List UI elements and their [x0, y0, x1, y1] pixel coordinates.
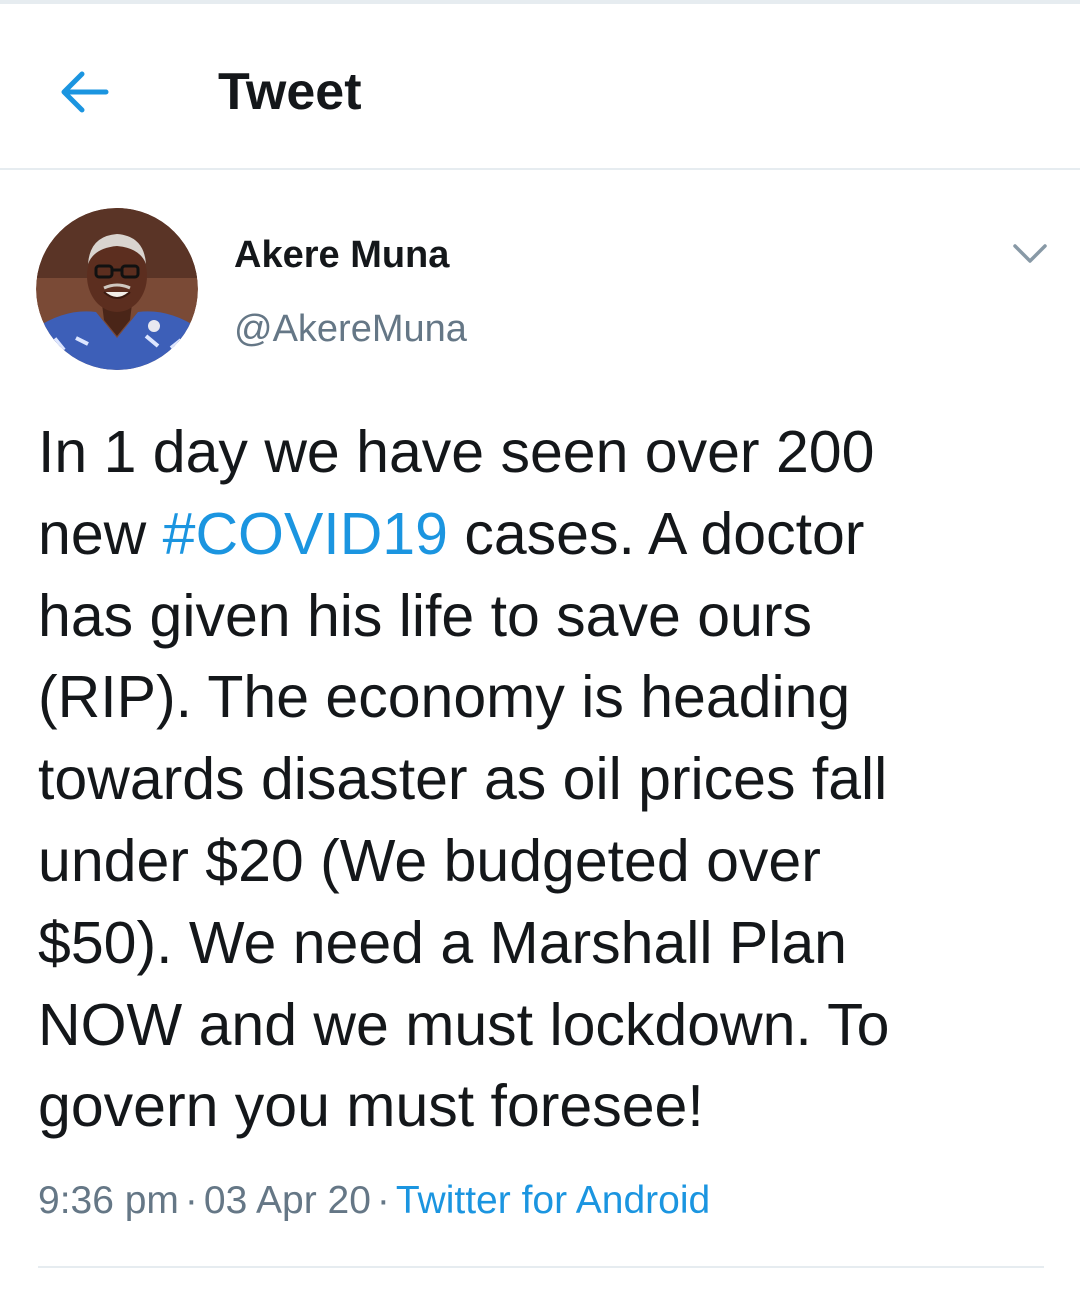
avatar[interactable]: [36, 208, 198, 370]
user-avatar-icon: [36, 208, 198, 370]
author-name[interactable]: Akere Muna: [234, 232, 449, 278]
tweet-text-line: $50). We need a Marshall Plan: [38, 903, 1048, 985]
chevron-down-icon: [1012, 243, 1048, 270]
tweet-text-segment: cases. A doctor: [447, 500, 865, 567]
tweet-text-segment: govern you must foresee!: [38, 1073, 704, 1140]
tweet-text-line: NOW and we must lockdown. To: [38, 985, 1048, 1067]
page-title: Tweet: [218, 63, 362, 121]
back-button[interactable]: [48, 58, 120, 130]
tweet-text-segment: (RIP). The economy is heading: [38, 664, 851, 731]
tweet-text-segment: new: [38, 500, 163, 567]
meta-separator: ·: [376, 1179, 390, 1222]
hashtag-link[interactable]: #COVID19: [163, 501, 448, 567]
tweet-text-segment: has given his life to save ours: [38, 582, 812, 649]
author-handle[interactable]: @AkereMuna: [234, 306, 467, 352]
tweet-text-line: has given his life to save ours: [38, 576, 1048, 658]
tweet-text-line: new #COVID19 cases. A doctor: [38, 494, 1048, 576]
tweet-text-line: govern you must foresee!: [38, 1066, 1048, 1148]
tweet-text-segment: $50). We need a Marshall Plan: [38, 909, 847, 976]
tweet-text-line: under $20 (We budgeted over: [38, 821, 1048, 903]
tweet-text: In 1 day we have seen over 200 new #COVI…: [38, 412, 1048, 1148]
tweet-menu-button[interactable]: [1002, 228, 1058, 284]
tweet-source-link[interactable]: Twitter for Android: [396, 1179, 710, 1222]
tweet-text-segment: NOW and we must lockdown. To: [38, 991, 890, 1058]
tweet-text-line: towards disaster as oil prices fall: [38, 739, 1048, 821]
tweet-date[interactable]: 03 Apr 20: [204, 1179, 371, 1222]
tweet-text-line: (RIP). The economy is heading: [38, 657, 1048, 739]
tweet-text-segment: towards disaster as oil prices fall: [38, 746, 888, 813]
tweet-time[interactable]: 9:36 pm: [38, 1179, 179, 1222]
meta-separator: ·: [184, 1179, 198, 1222]
arrow-left-icon: [56, 68, 112, 121]
tweet-text-segment: In 1 day we have seen over 200: [38, 419, 875, 485]
tweet-text-segment: under $20 (We budgeted over: [38, 827, 821, 894]
tweet-meta: 9:36 pm · 03 Apr 20 · Twitter for Android: [38, 1176, 710, 1226]
app-header: Tweet: [0, 4, 1080, 170]
tweet-text-line: In 1 day we have seen over 200: [38, 412, 1048, 494]
divider: [38, 1266, 1044, 1268]
